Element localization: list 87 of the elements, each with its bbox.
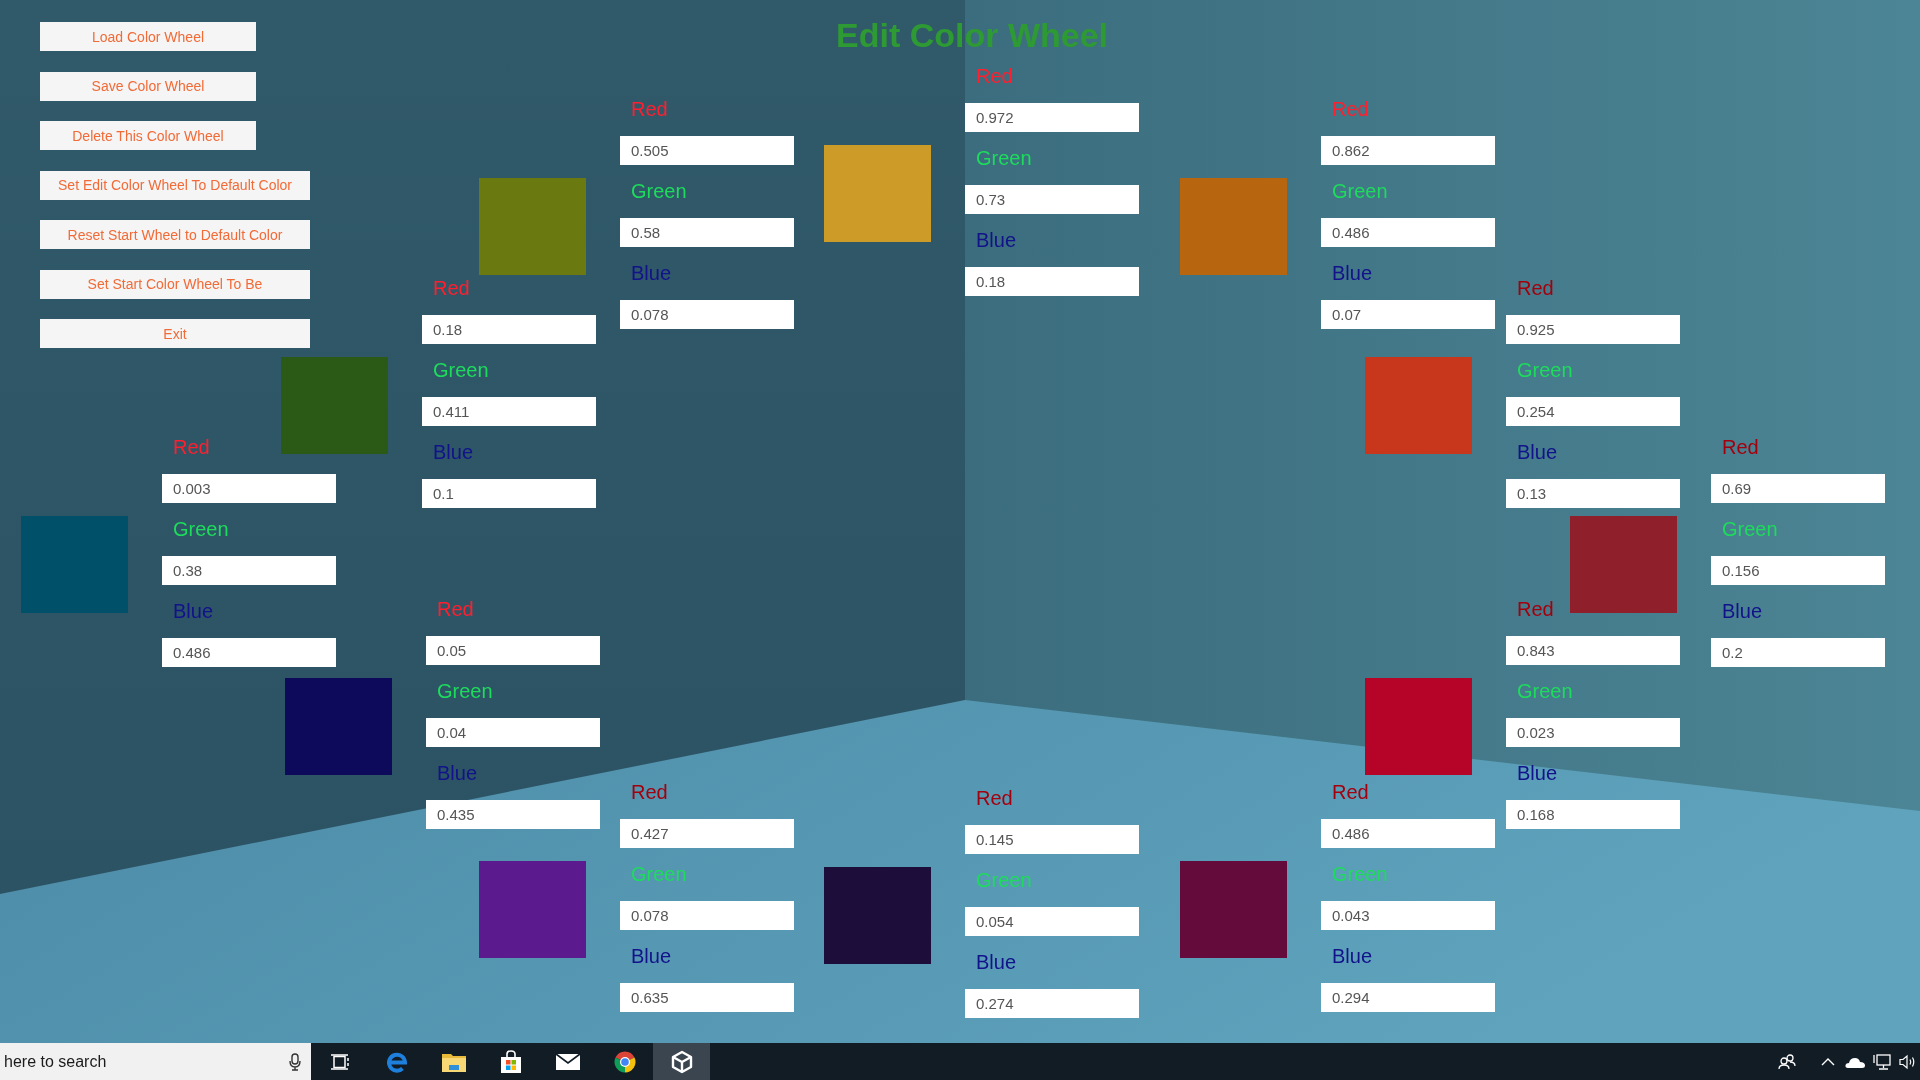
channel-label: Blue [1332,944,1373,968]
channel-label: Red [437,597,474,621]
channel-label: Green [976,868,1032,892]
value-field[interactable]: 0.69 [1711,474,1885,503]
value-field[interactable]: 0.486 [1321,819,1495,848]
value-field[interactable]: 0.023 [1506,718,1680,747]
channel-label: Red [976,786,1013,810]
value-field[interactable]: 0.486 [1321,218,1495,247]
channel-label: Red [631,97,668,121]
value-field[interactable]: 0.635 [620,983,794,1012]
value-field[interactable]: 0.145 [965,825,1139,854]
value-field[interactable]: 0.168 [1506,800,1680,829]
value-field[interactable]: 0.274 [965,989,1139,1018]
value-field[interactable]: 0.505 [620,136,794,165]
channel-label: Green [1332,179,1388,203]
value-field[interactable]: 0.925 [1506,315,1680,344]
channel-label: Red [631,780,668,804]
value-field[interactable]: 0.38 [162,556,336,585]
value-field[interactable]: 0.18 [422,315,596,344]
channel-label: Blue [437,761,478,785]
value-field[interactable]: 0.1 [422,479,596,508]
channel-label: Blue [1722,599,1763,623]
microphone-icon [289,1052,301,1071]
network-icon[interactable] [1873,1052,1891,1071]
value-field[interactable]: 0.2 [1711,638,1885,667]
channel-label: Blue [976,228,1017,252]
channel-label: Green [1722,517,1778,541]
channel-label: Green [437,679,493,703]
value-field[interactable]: 0.435 [426,800,600,829]
value-field[interactable]: 0.486 [162,638,336,667]
channel-label: Blue [173,599,214,623]
value-field[interactable]: 0.73 [965,185,1139,214]
channel-label: Green [631,179,687,203]
tricolor-circle-icon [612,1049,637,1074]
value-field[interactable]: 0.862 [1321,136,1495,165]
value-field[interactable]: 0.58 [620,218,794,247]
channel-label: Green [433,358,489,382]
envelope-icon [554,1052,581,1071]
channel-label: Green [631,862,687,886]
channel-label: Green [173,517,229,541]
channel-label: Blue [631,944,672,968]
channel-label: Blue [1332,261,1373,285]
channel-label: Blue [976,950,1017,974]
chevron-up-icon[interactable] [1821,1057,1835,1066]
value-field[interactable]: 0.411 [422,397,596,426]
channel-label: Red [433,276,470,300]
value-field[interactable]: 0.156 [1711,556,1885,585]
channel-label: Red [1332,97,1369,121]
channel-label: Red [1517,276,1554,300]
people-icon[interactable] [1778,1053,1796,1070]
value-field[interactable]: 0.043 [1321,901,1495,930]
value-field[interactable]: 0.054 [965,907,1139,936]
value-field[interactable]: 0.843 [1506,636,1680,665]
value-field[interactable]: 0.07 [1321,300,1495,329]
channel-label: Green [1517,358,1573,382]
channel-label: Green [1332,862,1388,886]
value-field[interactable]: 0.18 [965,267,1139,296]
taskbar-button[interactable] [653,1043,710,1080]
value-field[interactable]: 0.05 [426,636,600,665]
channel-label: Red [1332,780,1369,804]
cube-logo-icon [669,1049,694,1074]
channel-label: Red [1517,597,1554,621]
cloud-icon[interactable] [1845,1055,1865,1068]
channel-label: Red [1722,435,1759,459]
value-field[interactable]: 0.078 [620,901,794,930]
value-field[interactable]: 0.254 [1506,397,1680,426]
channel-label: Green [1517,679,1573,703]
speaker-icon[interactable] [1899,1053,1917,1070]
value-field[interactable]: 0.972 [965,103,1139,132]
microphone-button[interactable] [272,1043,311,1080]
channel-label: Green [976,146,1032,170]
value-field[interactable]: 0.427 [620,819,794,848]
shopping-bag-icon [499,1049,522,1074]
value-field[interactable]: 0.003 [162,474,336,503]
page-title: Edit Color Wheel [836,16,1108,54]
value-field[interactable]: 0.04 [426,718,600,747]
channel-label: Red [976,64,1013,88]
channel-label: Blue [1517,761,1558,785]
search-field[interactable]: here to search [0,1043,272,1080]
channel-label: Blue [433,440,474,464]
channel-label: Blue [1517,440,1558,464]
value-field[interactable]: 0.13 [1506,479,1680,508]
task-view-icon [329,1053,350,1070]
value-field[interactable]: 0.294 [1321,983,1495,1012]
channel-label: Red [173,435,210,459]
channel-label: Blue [631,261,672,285]
value-field[interactable]: 0.078 [620,300,794,329]
